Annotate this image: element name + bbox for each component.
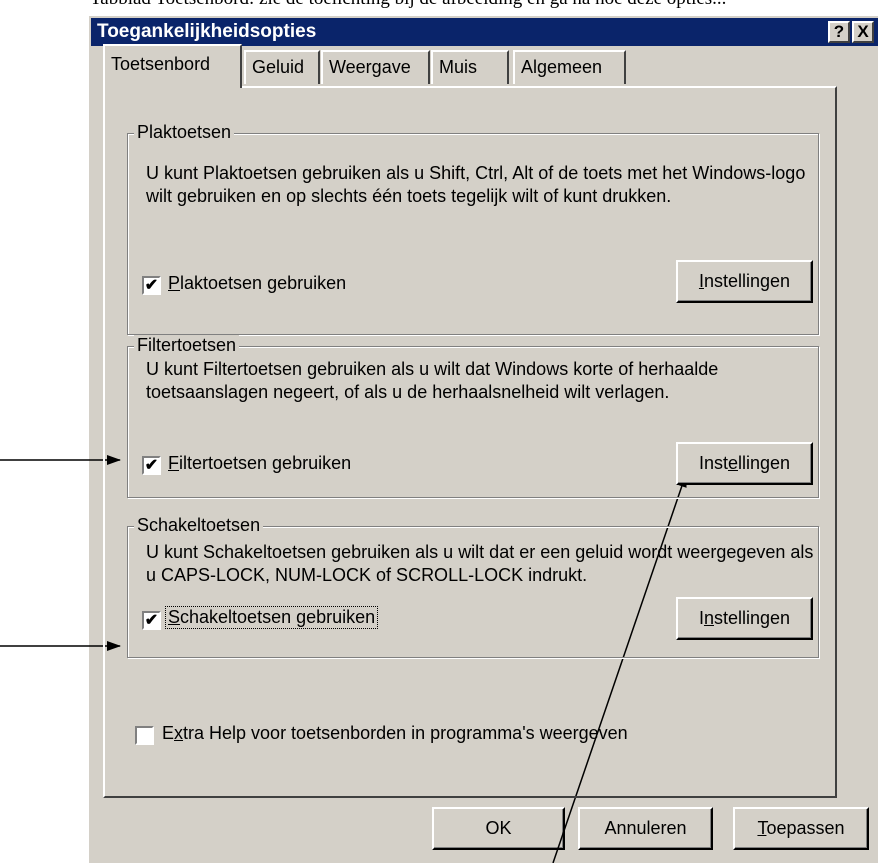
group-title-schakeltoetsen: Schakeltoetsen xyxy=(134,515,264,536)
group-title-filtertoetsen: Filtertoetsen xyxy=(134,335,240,356)
filtertoetsen-checkbox[interactable]: ✔ xyxy=(142,456,161,475)
tab-toetsenbord[interactable]: Toetsenbord xyxy=(103,44,242,88)
extra-help-checkbox[interactable] xyxy=(135,726,154,745)
group-plaktoetsen: Plaktoetsen U kunt Plaktoetsen gebruiken… xyxy=(127,122,819,335)
plaktoetsen-settings-button[interactable]: Instellingen xyxy=(676,260,813,303)
group-schakeltoetsen: Schakeltoetsen U kunt Schakeltoetsen geb… xyxy=(127,515,819,658)
plaktoetsen-description: U kunt Plaktoetsen gebruiken als u Shift… xyxy=(146,163,806,206)
filtertoetsen-settings-button[interactable]: Instellingen xyxy=(676,442,813,485)
plaktoetsen-label[interactable]: Plaktoetsen gebruiken xyxy=(168,273,346,294)
group-title-plaktoetsen: Plaktoetsen xyxy=(134,122,235,143)
plaktoetsen-checkbox[interactable]: ✔ xyxy=(142,276,161,295)
tab-panel-toetsenbord: Plaktoetsen U kunt Plaktoetsen gebruiken… xyxy=(103,86,837,798)
filtertoetsen-label[interactable]: Filtertoetsen gebruiken xyxy=(168,453,351,474)
schakeltoetsen-checkbox[interactable]: ✔ xyxy=(142,611,161,630)
group-filtertoetsen: Filtertoetsen U kunt Filtertoetsen gebru… xyxy=(127,335,819,498)
filtertoetsen-description: U kunt Filtertoetsen gebruiken als u wil… xyxy=(146,359,719,402)
schakeltoetsen-description: U kunt Schakeltoetsen gebruiken als u wi… xyxy=(146,542,814,585)
extra-help-label[interactable]: Extra Help voor toetsenborden in program… xyxy=(162,723,628,744)
schakeltoetsen-label[interactable]: Schakeltoetsen gebruiken xyxy=(164,606,379,629)
schakeltoetsen-settings-button[interactable]: Instellingen xyxy=(676,597,813,640)
